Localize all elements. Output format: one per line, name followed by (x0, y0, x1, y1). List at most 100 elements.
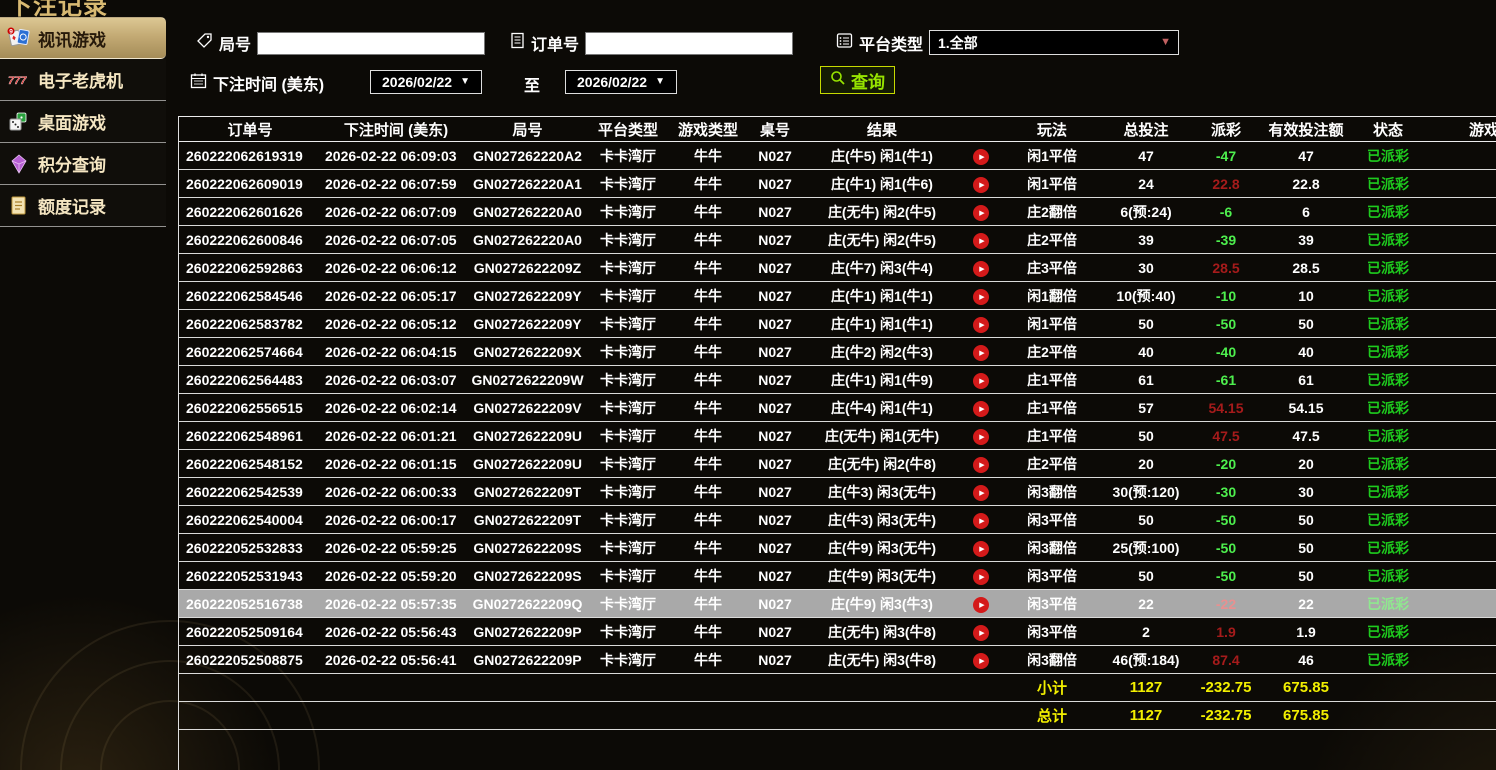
play-icon[interactable]: ▶ (973, 429, 989, 445)
sidebar-item-points-query[interactable]: 积分查询 (0, 143, 166, 185)
table-row[interactable]: 260222062574664 2026-02-22 06:04:15 GN02… (179, 338, 1496, 366)
play-icon[interactable]: ▶ (973, 625, 989, 641)
date-to-select[interactable]: 2026/02/22 ▼ (565, 70, 677, 94)
bet-time-cell: 2026-02-22 06:04:15 (321, 338, 471, 366)
bet-time-cell: 2026-02-22 06:07:09 (321, 198, 471, 226)
order-cell: 260222062548961 (179, 422, 321, 450)
payout-cell: 22.8 (1192, 170, 1260, 198)
platform-cell: 卡卡湾厅 (584, 282, 672, 310)
platform-cell: 卡卡湾厅 (584, 366, 672, 394)
round-cell: GN0272622209U (471, 422, 584, 450)
play-icon[interactable]: ▶ (973, 541, 989, 557)
game-cell (1424, 142, 1496, 170)
bet-type-cell: 闲1平倍 (1004, 142, 1100, 170)
platform-cell: 卡卡湾厅 (584, 450, 672, 478)
result-cell: 庄(牛4) 闲1(牛1) (806, 394, 958, 422)
play-icon[interactable]: ▶ (973, 177, 989, 193)
sidebar-item-video-games[interactable]: ♦ 9 视讯游戏 (0, 17, 166, 59)
bet-time-cell: 2026-02-22 06:07:59 (321, 170, 471, 198)
status-cell: 已派彩 (1352, 142, 1424, 170)
play-icon[interactable]: ▶ (973, 261, 989, 277)
table-no-cell: N027 (744, 366, 806, 394)
platform-cell: 卡卡湾厅 (584, 506, 672, 534)
round-cell: GN027262220A0 (471, 226, 584, 254)
play-icon[interactable]: ▶ (973, 317, 989, 333)
sidebar-item-table-games[interactable]: 桌面游戏 (0, 101, 166, 143)
result-cell: 庄(牛3) 闲3(无牛) (806, 506, 958, 534)
table-row[interactable]: 260222062584546 2026-02-22 06:05:17 GN02… (179, 282, 1496, 310)
bet-type-cell: 闲3翻倍 (1004, 534, 1100, 562)
list-icon (836, 32, 853, 54)
table-row[interactable]: 260222062548961 2026-02-22 06:01:21 GN02… (179, 422, 1496, 450)
bet-type-cell: 闲3平倍 (1004, 562, 1100, 590)
sidebar-item-slots[interactable]: 777 电子老虎机 (0, 59, 166, 101)
platform-cell: 卡卡湾厅 (584, 590, 672, 618)
query-button[interactable]: 查询 (820, 66, 895, 94)
search-icon (830, 70, 846, 91)
table-row[interactable]: 260222062540004 2026-02-22 06:00:17 GN02… (179, 506, 1496, 534)
order-cell: 260222052516738 (179, 590, 321, 618)
payout-cell: -40 (1192, 338, 1260, 366)
bet-time-cell: 2026-02-22 05:56:41 (321, 646, 471, 674)
total-total-bet: 1127 (1100, 702, 1192, 730)
table-row[interactable]: 260222052509164 2026-02-22 05:56:43 GN02… (179, 618, 1496, 646)
header-status: 状态 (1352, 117, 1424, 142)
table-row[interactable]: 260222062601626 2026-02-22 06:07:09 GN02… (179, 198, 1496, 226)
bet-time-cell: 2026-02-22 05:59:20 (321, 562, 471, 590)
play-icon[interactable]: ▶ (973, 653, 989, 669)
game-cell (1424, 310, 1496, 338)
sidebar-item-label: 电子老虎机 (38, 67, 123, 92)
total-valid-bet: 675.85 (1260, 702, 1352, 730)
play-icon[interactable]: ▶ (973, 401, 989, 417)
table-row[interactable]: 260222052531943 2026-02-22 05:59:20 GN02… (179, 562, 1496, 590)
header-total-bet: 总投注 (1100, 117, 1192, 142)
status-cell: 已派彩 (1352, 198, 1424, 226)
table-row[interactable]: 260222062583782 2026-02-22 06:05:12 GN02… (179, 310, 1496, 338)
table-row[interactable]: 260222062600846 2026-02-22 06:07:05 GN02… (179, 226, 1496, 254)
total-bet-cell: 30(预:120) (1100, 478, 1192, 506)
round-number-input[interactable] (257, 32, 485, 55)
total-bet-cell: 47 (1100, 142, 1192, 170)
play-icon[interactable]: ▶ (973, 233, 989, 249)
replay-cell: ▶ (958, 478, 1004, 506)
order-number-input[interactable] (585, 32, 793, 55)
total-bet-cell: 46(预:184) (1100, 646, 1192, 674)
play-icon[interactable]: ▶ (973, 569, 989, 585)
total-row: 总计 1127 -232.75 675.85 (179, 702, 1496, 730)
total-bet-cell: 39 (1100, 226, 1192, 254)
table-row[interactable]: 260222062548152 2026-02-22 06:01:15 GN02… (179, 450, 1496, 478)
valid-bet-cell: 28.5 (1260, 254, 1352, 282)
table-row[interactable]: 260222052532833 2026-02-22 05:59:25 GN02… (179, 534, 1496, 562)
play-icon[interactable]: ▶ (973, 345, 989, 361)
play-icon[interactable]: ▶ (973, 597, 989, 613)
game-type-cell: 牛牛 (672, 450, 744, 478)
header-result: 结果 (806, 117, 958, 142)
table-row[interactable]: 260222062609019 2026-02-22 06:07:59 GN02… (179, 170, 1496, 198)
play-icon[interactable]: ▶ (973, 457, 989, 473)
table-row[interactable]: 260222062592863 2026-02-22 06:06:12 GN02… (179, 254, 1496, 282)
platform-cell: 卡卡湾厅 (584, 422, 672, 450)
play-icon[interactable]: ▶ (973, 513, 989, 529)
status-cell: 已派彩 (1352, 478, 1424, 506)
play-icon[interactable]: ▶ (973, 205, 989, 221)
sidebar-item-quota-records[interactable]: 额度记录 (0, 185, 166, 227)
play-icon[interactable]: ▶ (973, 485, 989, 501)
table-no-cell: N027 (744, 422, 806, 450)
bet-type-cell: 庄3平倍 (1004, 254, 1100, 282)
table-row[interactable]: 260222062556515 2026-02-22 06:02:14 GN02… (179, 394, 1496, 422)
round-cell: GN0272622209W (471, 366, 584, 394)
table-row[interactable]: 260222062542539 2026-02-22 06:00:33 GN02… (179, 478, 1496, 506)
table-row[interactable]: 260222052508875 2026-02-22 05:56:41 GN02… (179, 646, 1496, 674)
play-icon[interactable]: ▶ (973, 149, 989, 165)
play-icon[interactable]: ▶ (973, 289, 989, 305)
table-no-cell: N027 (744, 142, 806, 170)
table-row[interactable]: 260222062564483 2026-02-22 06:03:07 GN02… (179, 366, 1496, 394)
sidebar: ♦ 9 视讯游戏 777 电子老虎机 桌面游戏 (0, 17, 166, 227)
date-from-select[interactable]: 2026/02/22 ▼ (370, 70, 482, 94)
table-row[interactable]: 260222062619319 2026-02-22 06:09:03 GN02… (179, 142, 1496, 170)
replay-cell: ▶ (958, 618, 1004, 646)
play-icon[interactable]: ▶ (973, 373, 989, 389)
table-row[interactable]: 260222052516738 2026-02-22 05:57:35 GN02… (179, 590, 1496, 618)
result-cell: 庄(牛1) 闲1(牛1) (806, 282, 958, 310)
platform-type-select[interactable]: 1.全部 ▼ (929, 30, 1179, 55)
